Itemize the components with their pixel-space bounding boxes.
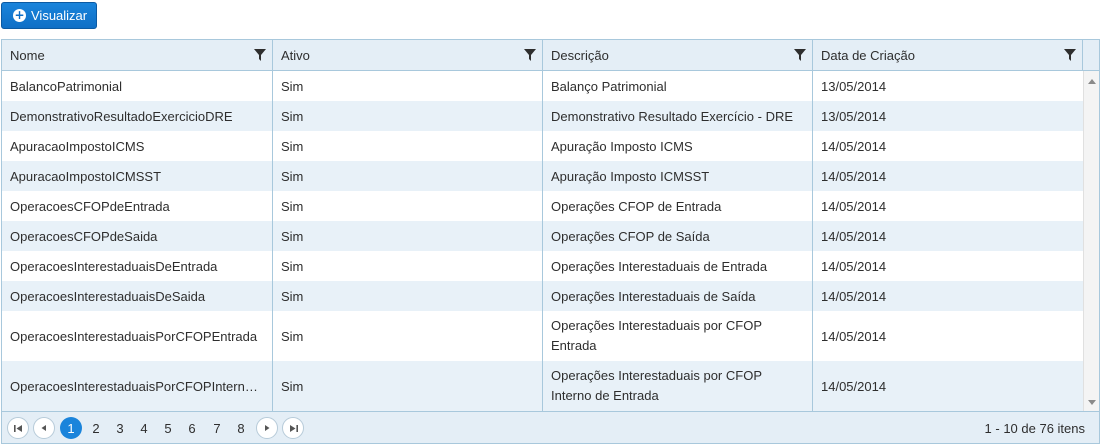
grid-body: BalancoPatrimonial Sim Balanço Patrimoni…: [2, 71, 1083, 411]
cell-nome: OperacoesCFOPdeEntrada: [2, 191, 273, 221]
cell-ativo: Sim: [273, 71, 543, 101]
data-grid: Nome Ativo Descrição Data de Criação Bal…: [1, 39, 1100, 444]
cell-ativo: Sim: [273, 221, 543, 251]
cell-descricao: Balanço Patrimonial: [543, 71, 813, 101]
cell-descricao: Operações CFOP de Saída: [543, 221, 813, 251]
last-page-icon[interactable]: [282, 417, 304, 439]
toolbar: + Visualizar: [0, 0, 1102, 40]
page-number[interactable]: 6: [181, 417, 203, 439]
column-header-label: Ativo: [281, 47, 310, 63]
pager: 1 2 3 4 5 6 7 8 1 - 10 de 76 itens: [2, 411, 1099, 443]
column-header-label: Descrição: [551, 47, 609, 63]
page-number[interactable]: 3: [109, 417, 131, 439]
cell-data-criacao: 14/05/2014: [821, 288, 887, 304]
cell-ativo: Sim: [273, 361, 543, 411]
page-number[interactable]: 7: [206, 417, 228, 439]
cell-descricao: Operações Interestaduais por CFOP Entrad…: [543, 311, 813, 361]
filter-icon[interactable]: [254, 49, 266, 61]
visualizar-label: Visualizar: [31, 8, 88, 23]
cell-nome: OperacoesInterestaduaisDeSaida: [2, 281, 273, 311]
page-number[interactable]: 8: [230, 417, 252, 439]
cell-ativo: Sim: [273, 101, 543, 131]
cell-nome: OperacoesInterestaduaisPorCFOPInterno…: [2, 361, 273, 411]
header-scroll-spacer: [1083, 40, 1099, 70]
table-row[interactable]: OperacoesInterestaduaisDeSaida Sim Opera…: [2, 281, 1083, 311]
column-header-descricao[interactable]: Descrição: [543, 40, 813, 70]
filter-icon[interactable]: [1064, 49, 1076, 61]
cell-data-criacao: 14/05/2014: [821, 138, 887, 154]
cell-nome: BalancoPatrimonial: [2, 71, 273, 101]
cell-data-criacao: 14/05/2014: [821, 258, 887, 274]
table-row[interactable]: OperacoesInterestaduaisPorCFOPEntrada Si…: [2, 311, 1083, 361]
cell-nome: DemonstrativoResultadoExercicioDRE: [2, 101, 273, 131]
cell-ativo: Sim: [273, 191, 543, 221]
cell-ativo: Sim: [273, 161, 543, 191]
table-row[interactable]: OperacoesCFOPdeSaida Sim Operações CFOP …: [2, 221, 1083, 251]
cell-ativo: Sim: [273, 131, 543, 161]
visualizar-button[interactable]: + Visualizar: [1, 2, 97, 29]
table-row[interactable]: ApuracaoImpostoICMS Sim Apuração Imposto…: [2, 131, 1083, 161]
table-row[interactable]: OperacoesInterestaduaisPorCFOPInterno… S…: [2, 361, 1083, 411]
first-page-icon[interactable]: [7, 417, 29, 439]
table-row[interactable]: BalancoPatrimonial Sim Balanço Patrimoni…: [2, 71, 1083, 101]
cell-data-criacao: 14/05/2014: [821, 328, 887, 344]
column-header-label: Nome: [10, 47, 45, 63]
cell-ativo: Sim: [273, 251, 543, 281]
table-row[interactable]: ApuracaoImpostoICMSST Sim Apuração Impos…: [2, 161, 1083, 191]
cell-data-criacao: 14/05/2014: [821, 168, 887, 184]
vertical-scrollbar[interactable]: [1083, 71, 1099, 411]
cell-descricao: Demonstrativo Resultado Exercício - DRE: [543, 101, 813, 131]
next-page-icon[interactable]: [256, 417, 278, 439]
table-row[interactable]: OperacoesCFOPdeEntrada Sim Operações CFO…: [2, 191, 1083, 221]
cell-nome-text: OperacoesInterestaduaisPorCFOPInterno…: [10, 378, 264, 394]
cell-data-criacao: 14/05/2014: [821, 378, 887, 394]
cell-data-criacao: 14/05/2014: [821, 228, 887, 244]
filter-icon[interactable]: [524, 49, 536, 61]
plus-circle-icon: +: [13, 8, 26, 22]
cell-nome: ApuracaoImpostoICMSST: [2, 161, 273, 191]
column-header-ativo[interactable]: Ativo: [273, 40, 543, 70]
page-number[interactable]: 4: [133, 417, 155, 439]
column-header-label: Data de Criação: [821, 47, 915, 63]
grid-header: Nome Ativo Descrição Data de Criação: [2, 40, 1099, 71]
cell-data-criacao: 13/05/2014: [821, 108, 887, 124]
cell-descricao: Operações CFOP de Entrada: [543, 191, 813, 221]
cell-descricao: Apuração Imposto ICMSST: [543, 161, 813, 191]
scroll-down-arrow-icon[interactable]: [1088, 400, 1096, 405]
pager-info: 1 - 10 de 76 itens: [984, 420, 1085, 436]
column-header-data-criacao[interactable]: Data de Criação: [813, 40, 1083, 70]
cell-nome: OperacoesInterestaduaisDeEntrada: [2, 251, 273, 281]
cell-nome: ApuracaoImpostoICMS: [2, 131, 273, 161]
filter-icon[interactable]: [794, 49, 806, 61]
page-number[interactable]: 5: [157, 417, 179, 439]
cell-ativo: Sim: [273, 281, 543, 311]
page-number-current[interactable]: 1: [60, 417, 82, 439]
cell-descricao: Operações Interestaduais de Saída: [543, 281, 813, 311]
scroll-up-arrow-icon[interactable]: [1088, 79, 1096, 84]
cell-data-criacao: 13/05/2014: [821, 78, 887, 94]
previous-page-icon[interactable]: [33, 417, 55, 439]
table-row[interactable]: DemonstrativoResultadoExercicioDRE Sim D…: [2, 101, 1083, 131]
cell-ativo: Sim: [273, 311, 543, 361]
cell-data-criacao: 14/05/2014: [821, 198, 887, 214]
column-header-nome[interactable]: Nome: [2, 40, 273, 70]
page-number[interactable]: 2: [85, 417, 107, 439]
table-row[interactable]: OperacoesInterestaduaisDeEntrada Sim Ope…: [2, 251, 1083, 281]
cell-descricao: Operações Interestaduais por CFOP Intern…: [543, 361, 813, 411]
cell-descricao: Operações Interestaduais de Entrada: [543, 251, 813, 281]
cell-descricao: Apuração Imposto ICMS: [543, 131, 813, 161]
cell-nome: OperacoesCFOPdeSaida: [2, 221, 273, 251]
cell-nome: OperacoesInterestaduaisPorCFOPEntrada: [2, 311, 273, 361]
